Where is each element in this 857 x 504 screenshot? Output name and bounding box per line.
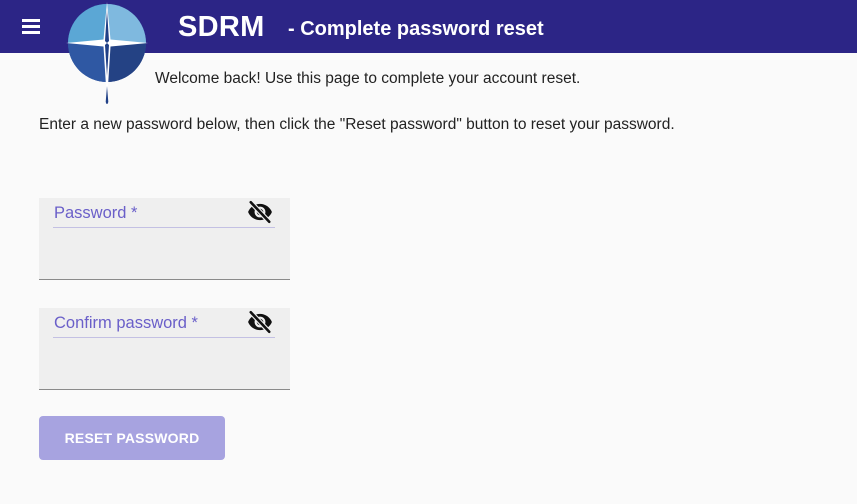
eye-slash-icon[interactable]: [247, 309, 273, 335]
eye-slash-icon[interactable]: [247, 199, 273, 225]
password-field[interactable]: Password *: [39, 198, 290, 280]
confirm-password-label: Confirm password *: [54, 314, 198, 332]
hamburger-menu-icon[interactable]: [22, 18, 40, 34]
app-name: SDRM: [178, 11, 265, 43]
password-input[interactable]: [54, 236, 278, 268]
page-title: - Complete password reset: [288, 18, 544, 40]
instructions-text: Enter a new password below, then click t…: [39, 116, 675, 133]
password-label: Password *: [54, 204, 138, 222]
confirm-password-input[interactable]: [54, 346, 278, 378]
welcome-message: Welcome back! Use this page to complete …: [155, 70, 581, 87]
reset-password-button[interactable]: RESET PASSWORD: [39, 416, 225, 460]
confirm-password-label-underline: [53, 337, 275, 338]
confirm-password-field[interactable]: Confirm password *: [39, 308, 290, 390]
compass-star-logo-icon: [66, 2, 148, 104]
password-label-underline: [53, 227, 275, 228]
